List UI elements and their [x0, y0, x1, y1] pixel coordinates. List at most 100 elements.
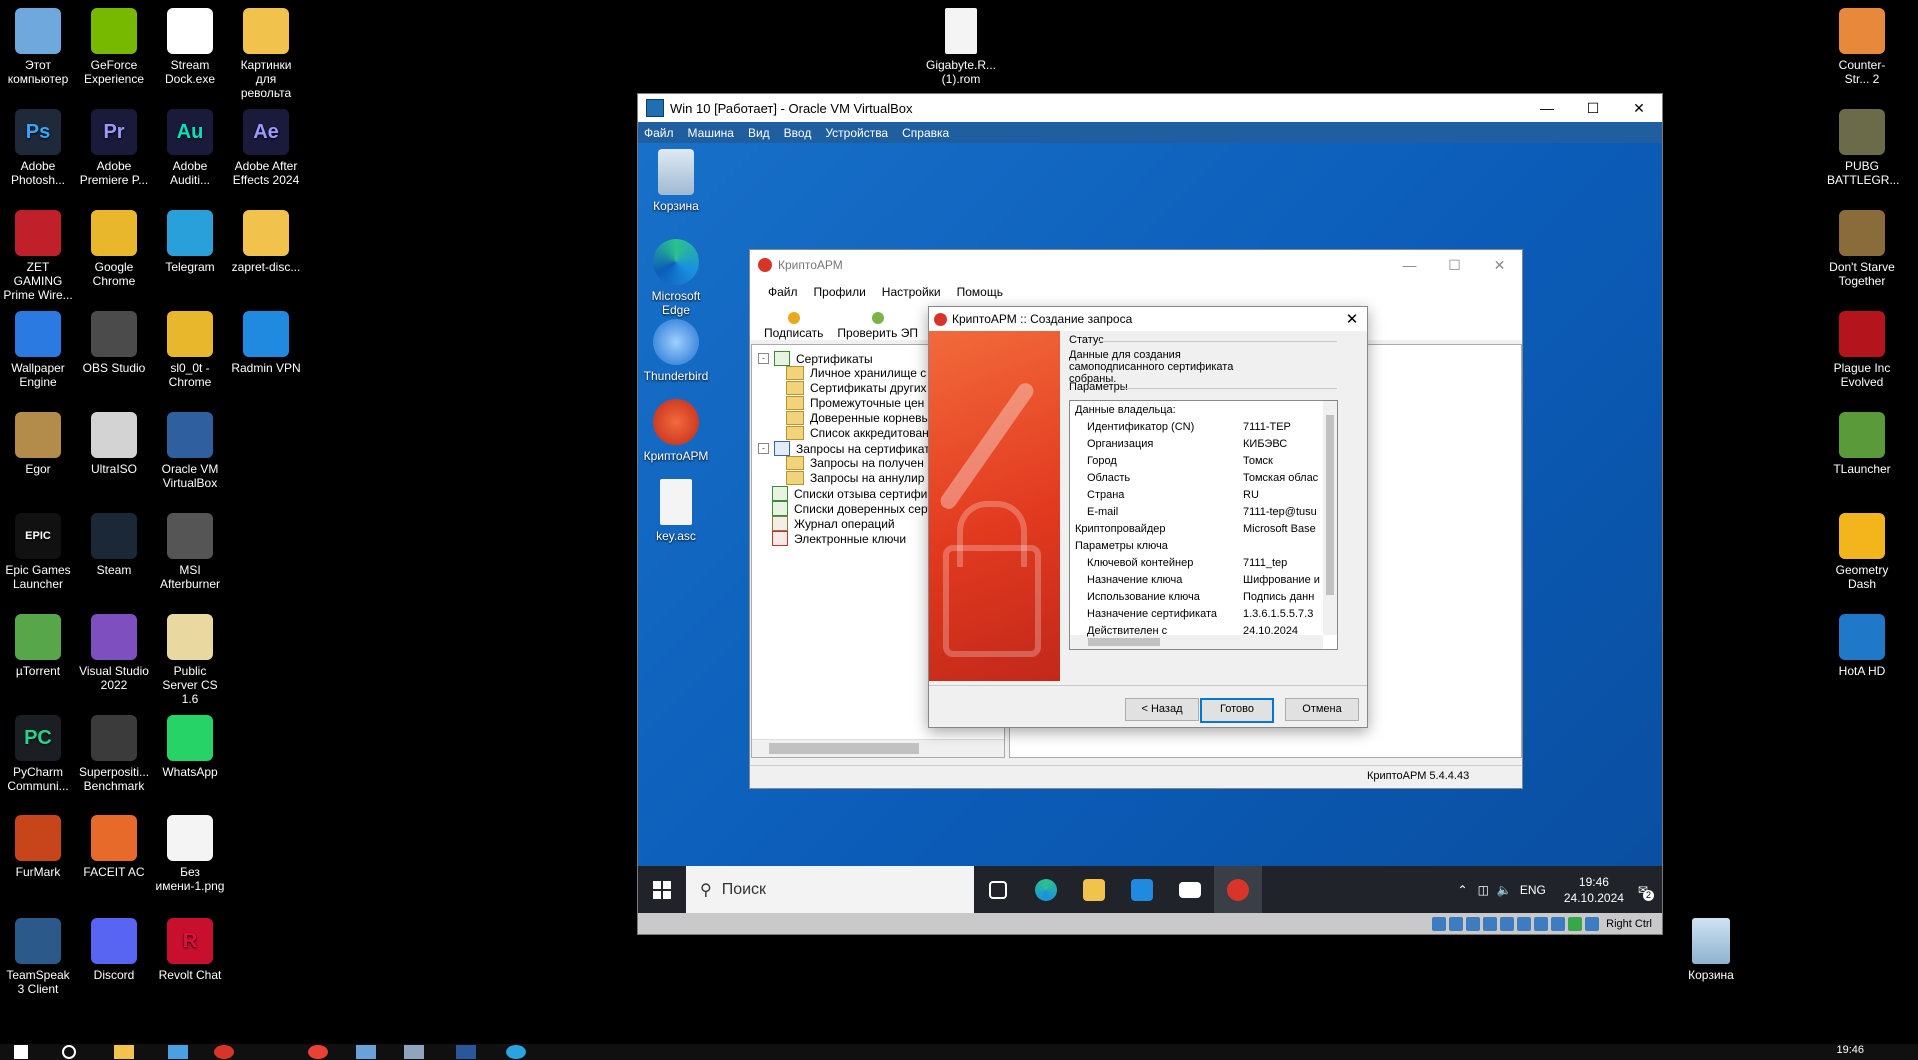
taskbar-cryptoarm[interactable]	[1214, 866, 1262, 913]
chevron-up-icon[interactable]: ⌃	[1458, 883, 1468, 897]
chrome-icon[interactable]	[308, 1045, 328, 1059]
tree-horizontal-scrollbar[interactable]	[752, 739, 1004, 757]
start-button[interactable]	[638, 866, 686, 913]
desktop-icon[interactable]: Этот компьютер	[3, 8, 73, 86]
desktop-icon[interactable]: EPIC Epic Games Launcher	[3, 513, 73, 591]
notification-icon[interactable]: ✉ 2	[1638, 883, 1654, 901]
desktop-icon[interactable]: Wallpaper Engine	[3, 311, 73, 389]
desktop-icon[interactable]: GeForce Experience	[79, 8, 149, 86]
desktop-icon[interactable]: OBS Studio	[79, 311, 149, 375]
cryptoarm-menu-profiles[interactable]: Профили	[814, 285, 866, 299]
desktop-icon[interactable]: Au Adobe Auditi...	[155, 109, 225, 187]
desktop-icon[interactable]: Без имени-1.png	[155, 815, 225, 893]
desktop-icon[interactable]: Plague Inc Evolved	[1827, 311, 1897, 389]
desktop-icon[interactable]: Geometry Dash	[1827, 513, 1897, 591]
desktop-icon[interactable]: Telegram	[155, 210, 225, 274]
done-button[interactable]: Готово	[1200, 698, 1274, 723]
desktop-icon[interactable]: Stream Dock.exe	[155, 8, 225, 86]
tree-node-other-certs[interactable]: Сертификаты других	[786, 381, 927, 395]
taskbar-explorer[interactable]	[1070, 866, 1118, 913]
desktop-icon[interactable]: Ae Adobe After Effects 2024	[231, 109, 301, 187]
tree-node-intermediate[interactable]: Промежуточные цен	[786, 396, 924, 410]
display-icon[interactable]	[1534, 916, 1549, 931]
desktop-icon[interactable]: PUBG BATTLEGR...	[1827, 109, 1899, 187]
vbox-menu-help[interactable]: Справка	[902, 126, 949, 140]
back-button[interactable]: < Назад	[1125, 698, 1199, 721]
desktop-icon[interactable]: ZET GAMING Prime Wire...	[3, 210, 73, 302]
desktop-icon[interactable]: Counter-Str... 2	[1827, 8, 1897, 86]
desktop-icon[interactable]: Ps Adobe Photosh...	[3, 109, 73, 187]
host-clock[interactable]: 19:46	[1836, 1044, 1864, 1056]
guest-screen[interactable]: Корзина Microsoft Edge Thunderbird Крипт…	[638, 143, 1662, 913]
guest-icon-cryptoarm[interactable]: КриптоАРМ	[638, 399, 714, 463]
taskbar-mail[interactable]	[1166, 866, 1214, 913]
desktop-icon[interactable]: Google Chrome	[79, 210, 149, 288]
taskbar-edge[interactable]	[1022, 866, 1070, 913]
cancel-button[interactable]: Отмена	[1285, 698, 1359, 721]
app-icon[interactable]	[168, 1045, 188, 1059]
cryptoarm-menu-file[interactable]: Файл	[768, 285, 798, 299]
horizontal-scrollbar[interactable]	[1070, 635, 1323, 649]
desktop-icon[interactable]: TLauncher	[1827, 412, 1897, 476]
mouse-integration-icon[interactable]	[1585, 916, 1600, 931]
maximize-icon[interactable]: ☐	[1570, 100, 1616, 117]
tree-node-tokens[interactable]: Электронные ключи	[772, 531, 906, 546]
sign-button[interactable]: Подписать	[764, 312, 823, 340]
clock[interactable]: 19:46 24.10.2024	[1564, 874, 1624, 906]
vbox-menu-input[interactable]: Ввод	[784, 126, 812, 140]
language-indicator[interactable]: ENG	[1520, 883, 1546, 897]
desktop-icon[interactable]: Oracle VM VirtualBox	[155, 412, 225, 490]
desktop-icon[interactable]: FACEIT AC	[79, 815, 149, 879]
network-icon[interactable]: ◫	[1478, 883, 1489, 897]
desktop-icon[interactable]: UltraISO	[79, 412, 149, 476]
desktop-icon[interactable]: MSI Afterburner	[155, 513, 225, 591]
tree-node-log[interactable]: Журнал операций	[772, 516, 895, 531]
task-view-button[interactable]	[974, 866, 1022, 913]
desktop-icon[interactable]: sl0_0t - Chrome	[155, 311, 225, 389]
verify-signature-button[interactable]: Проверить ЭП	[837, 312, 918, 340]
collapse-icon[interactable]: -	[758, 443, 769, 454]
desktop-icon-recycle-bin[interactable]: Корзина	[1676, 918, 1746, 982]
volume-icon[interactable]: 🔈	[1497, 883, 1512, 897]
desktop-icon[interactable]: Discord	[79, 918, 149, 982]
shared-folders-icon[interactable]	[1517, 916, 1532, 931]
tree-node-requests[interactable]: - Запросы на сертификат	[758, 441, 930, 456]
hdd-icon[interactable]	[1432, 916, 1447, 931]
vbox-menu-file[interactable]: Файл	[644, 126, 674, 140]
desktop-icon[interactable]: Public Server CS 1.6	[155, 614, 225, 706]
vertical-scrollbar[interactable]	[1323, 401, 1337, 635]
parameters-list[interactable]: Данные владельца: Идентификатор (CN) 7111-…	[1069, 400, 1338, 650]
guest-icon-thunderbird[interactable]: Thunderbird	[638, 319, 714, 383]
app-icon[interactable]	[214, 1045, 234, 1059]
maximize-icon[interactable]: ☐	[1432, 257, 1477, 274]
scroll-thumb[interactable]	[1326, 415, 1334, 595]
cryptoarm-menu-settings[interactable]: Настройки	[882, 285, 941, 299]
desktop-icon[interactable]: zapret-disc...	[231, 210, 301, 274]
desktop-icon[interactable]: Visual Studio 2022	[79, 614, 149, 692]
close-icon[interactable]: ✕	[1616, 100, 1662, 117]
desktop-icon[interactable]: PC PyCharm Communi...	[3, 715, 73, 793]
tree-node-personal[interactable]: Личное хранилище с	[786, 366, 926, 380]
scroll-thumb[interactable]	[1088, 638, 1160, 646]
scroll-thumb[interactable]	[769, 743, 919, 754]
desktop-icon[interactable]: µTorrent	[3, 614, 73, 678]
close-icon[interactable]: ✕	[1477, 257, 1522, 274]
close-icon[interactable]: ✕	[1337, 310, 1367, 328]
vbox-menu-view[interactable]: Вид	[748, 126, 770, 140]
guest-icon-key-asc[interactable]: key.asc	[638, 479, 714, 543]
app-icon[interactable]	[404, 1045, 424, 1059]
desktop-icon[interactable]: Superpositi... Benchmark	[79, 715, 149, 793]
taskbar-search[interactable]: ⚲ Поиск	[686, 866, 974, 913]
search-icon[interactable]	[62, 1045, 76, 1059]
usb-icon[interactable]	[1500, 916, 1515, 931]
minimize-icon[interactable]: —	[1387, 257, 1432, 274]
desktop-icon[interactable]: Картинки для револьта	[231, 8, 301, 100]
vbox-menu-machine[interactable]: Машина	[688, 126, 734, 140]
word-icon[interactable]	[456, 1045, 476, 1059]
desktop-icon-gigabyte-rom[interactable]: Gigabyte.R... (1).rom	[916, 8, 1006, 86]
guest-icon-edge[interactable]: Microsoft Edge	[638, 239, 714, 317]
tree-node-crl[interactable]: Списки отзыва сертифи	[772, 486, 927, 501]
desktop-icon[interactable]: HotA HD	[1827, 614, 1897, 678]
desktop-icon[interactable]: Egor	[3, 412, 73, 476]
tree-node-trusted-root[interactable]: Доверенные корневь	[786, 411, 928, 425]
